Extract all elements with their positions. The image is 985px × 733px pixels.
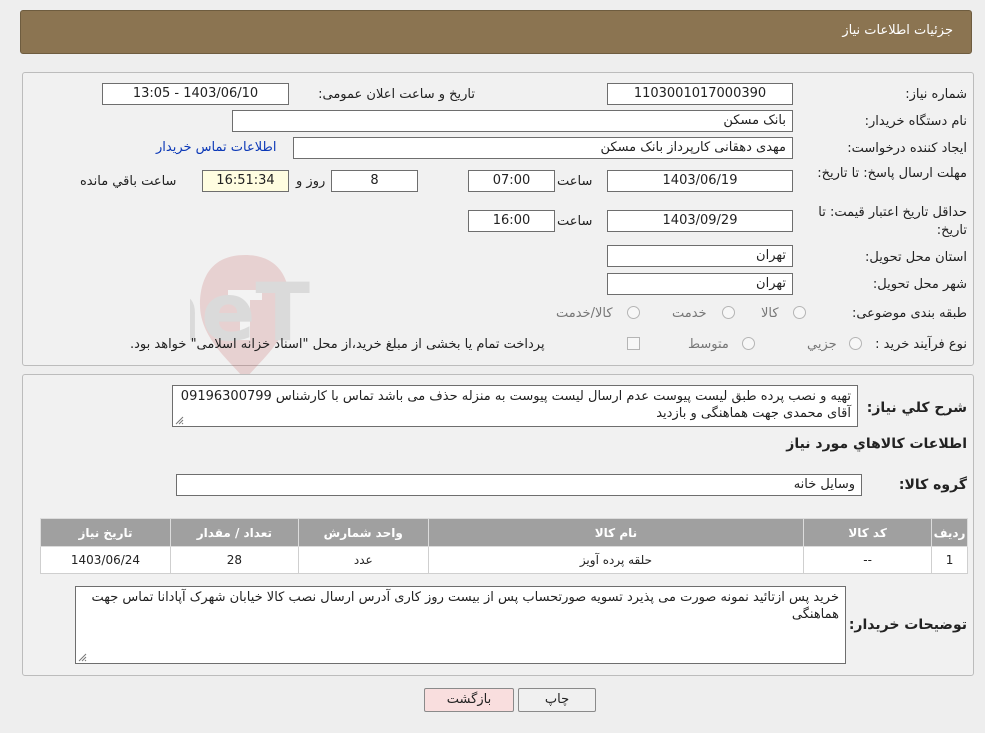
category-option-service: خدمت: [672, 306, 707, 321]
print-button[interactable]: چاپ: [518, 688, 596, 712]
process-option-medium: متوسط: [688, 337, 729, 352]
page-title: جزئیات اطلاعات نیاز: [842, 23, 953, 38]
cell-need-date: 1403/06/24: [40, 546, 171, 574]
price-validity-date-field: 1403/09/29: [607, 210, 793, 232]
delivery-province-field: تهران: [607, 245, 793, 267]
resize-grip-icon[interactable]: [175, 416, 184, 425]
page-header: جزئیات اطلاعات نیاز: [20, 10, 972, 54]
items-table-wrapper: ردیف کد کالا نام کالا واحد شمارش تعداد /…: [40, 518, 968, 574]
resize-grip-icon[interactable]: [78, 653, 87, 662]
reply-deadline-time-label: ساعت: [557, 174, 593, 189]
col-header-row-number: ردیف: [931, 518, 968, 547]
col-header-item-code: کد کالا: [803, 518, 933, 547]
buyer-contact-link[interactable]: اطلاعات تماس خریدار: [156, 140, 276, 155]
description-label: شرح کلي نياز:: [866, 400, 967, 416]
reply-deadline-date-field: 1403/06/19: [607, 170, 793, 192]
process-radio-minor[interactable]: [849, 337, 862, 350]
need-number-label: شماره نیاز:: [905, 87, 967, 102]
days-label: روز و: [296, 174, 326, 189]
goods-group-field: وسایل خانه: [176, 474, 862, 496]
col-header-item-name: نام کالا: [427, 518, 805, 547]
category-radio-goods-service[interactable]: [627, 306, 640, 319]
col-header-unit: واحد شمارش: [297, 518, 429, 547]
reply-deadline-time-field: 07:00: [468, 170, 555, 192]
delivery-city-label: شهر محل تحویل:: [872, 277, 967, 292]
col-header-quantity: تعداد / مقدار: [169, 518, 299, 547]
price-validity-time-field: 16:00: [468, 210, 555, 232]
announce-datetime-label: تاریخ و ساعت اعلان عمومی:: [318, 87, 475, 102]
time-remaining-label: ساعت باقي مانده: [80, 174, 177, 189]
time-remaining-field: 16:51:34: [202, 170, 289, 192]
announce-datetime-field: 1403/06/10 - 13:05: [102, 83, 289, 105]
cell-row-number: 1: [931, 546, 968, 574]
days-remaining-field: 8: [331, 170, 418, 192]
buyer-org-field: بانک مسکن: [232, 110, 793, 132]
buyer-org-label: نام دستگاه خریدار:: [864, 114, 967, 129]
back-button[interactable]: بازگشت: [424, 688, 514, 712]
goods-group-label: گروه کالا:: [898, 477, 967, 493]
buyer-notes-textarea[interactable]: خرید پس ازتائید نمونه صورت می پذیرد تسوی…: [75, 586, 846, 664]
treasury-note: پرداخت تمام یا بخشی از مبلغ خرید،از محل …: [130, 337, 545, 352]
creator-label: ایجاد کننده درخواست:: [847, 141, 967, 156]
col-header-need-date: تاریخ نیاز: [40, 518, 171, 547]
category-label: طبقه بندی موضوعی:: [851, 306, 967, 321]
creator-field: مهدی دهقانی کارپرداز بانک مسکن: [293, 137, 793, 159]
items-table: ردیف کد کالا نام کالا واحد شمارش تعداد /…: [40, 518, 968, 574]
table-row: 1 -- حلقه پرده آویز عدد 28 1403/06/24: [40, 546, 968, 574]
category-option-goods-service: کالا/خدمت: [556, 306, 613, 321]
process-radio-medium[interactable]: [742, 337, 755, 350]
cell-item-code: --: [803, 546, 933, 574]
table-header-row: ردیف کد کالا نام کالا واحد شمارش تعداد /…: [40, 518, 968, 547]
category-option-goods: کالا: [761, 306, 779, 321]
price-validity-time-label: ساعت: [557, 214, 593, 229]
cell-unit: عدد: [297, 546, 429, 574]
reply-deadline-label: مهلت ارسال پاسخ: تا تاریخ:: [817, 166, 967, 181]
cell-quantity: 28: [169, 546, 299, 574]
process-option-minor: جزیي: [807, 337, 837, 352]
buyer-notes-label: توضیحات خریدار:: [848, 617, 967, 633]
delivery-city-field: تهران: [607, 273, 793, 295]
category-radio-goods[interactable]: [793, 306, 806, 319]
need-number-field: 1103001017000390: [607, 83, 793, 105]
purchase-process-label: نوع فرآیند خرید :: [875, 337, 967, 352]
treasury-checkbox[interactable]: [627, 337, 640, 350]
cell-item-name: حلقه پرده آویز: [427, 546, 805, 574]
category-radio-service[interactable]: [722, 306, 735, 319]
price-validity-label: حداقل تاریخ اعتبار قیمت: تا تاریخ:: [818, 205, 967, 238]
goods-section-title: اطلاعات کالاهاي مورد نياز: [786, 436, 967, 452]
description-textarea[interactable]: تهیه و نصب پرده طبق لیست پیوست عدم ارسال…: [172, 385, 858, 427]
delivery-province-label: استان محل تحویل:: [865, 250, 967, 265]
